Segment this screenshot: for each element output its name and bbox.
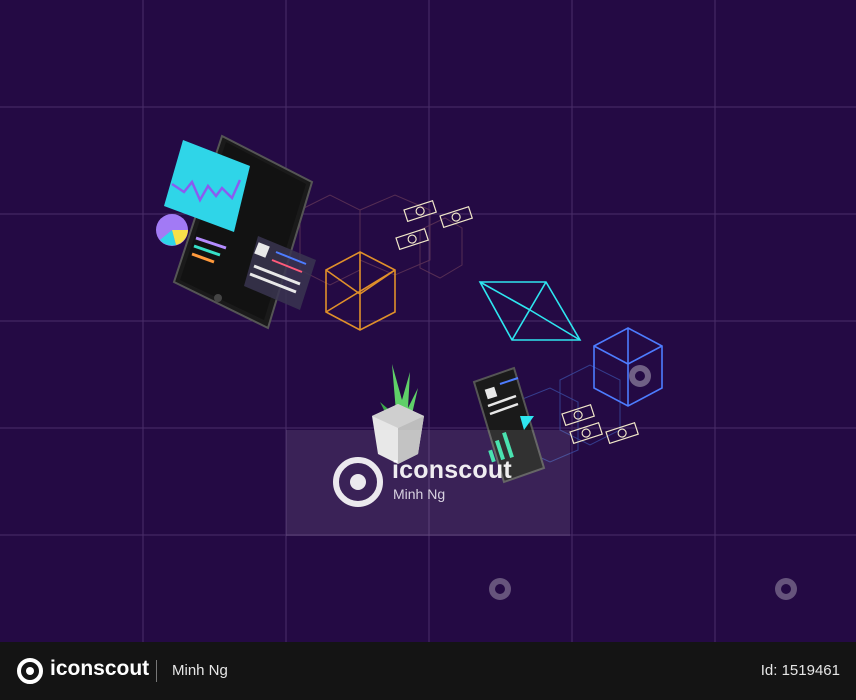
wireframe-boxes-back: [299, 194, 463, 286]
blue-cube-icon: [593, 327, 663, 407]
crystal-icon: [478, 281, 582, 341]
illustration-canvas: [0, 0, 856, 642]
iconscout-logo-icon: [17, 658, 43, 684]
watermark-author: Minh Ng: [393, 486, 446, 502]
footer-brand[interactable]: iconscout: [50, 657, 149, 681]
footer-divider: [156, 660, 157, 682]
isometric-cube-icon: [325, 251, 396, 331]
cube-watermark-icon: [629, 365, 651, 387]
small-watermark-logo-icon: [489, 578, 511, 600]
money-note-icon: [561, 403, 639, 445]
small-watermark-logo-icon: [775, 578, 797, 600]
footer-bar: iconscout Minh Ng Id: 1519461: [0, 642, 856, 700]
background-grid: [0, 0, 856, 642]
footer-author[interactable]: Minh Ng: [172, 662, 228, 679]
footer-asset-id: Id: 1519461: [760, 662, 840, 679]
pie-chart-icon: [156, 214, 188, 246]
watermark-brand: iconscout: [392, 456, 512, 484]
money-note-icon: [395, 199, 473, 251]
